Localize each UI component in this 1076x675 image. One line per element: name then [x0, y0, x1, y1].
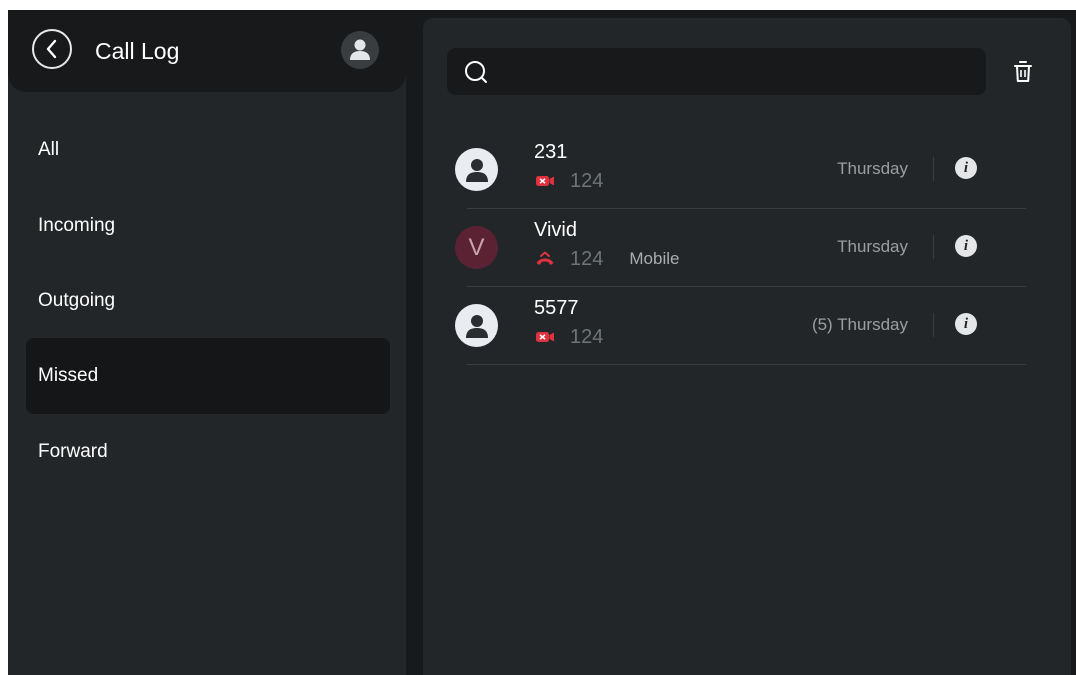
search-bar[interactable]: [447, 48, 986, 97]
person-icon: [350, 39, 370, 60]
sidebar-item-all[interactable]: All: [26, 112, 390, 188]
missed-video-call-icon: [534, 173, 556, 189]
sidebar-item-label: Missed: [38, 365, 99, 386]
call-time: Thursday: [837, 159, 908, 178]
missed-call-icon: [534, 251, 556, 267]
sidebar-item-label: Incoming: [38, 215, 116, 236]
sidebar-item-outgoing[interactable]: Outgoing: [26, 263, 390, 339]
avatar-letter: V: [468, 233, 485, 261]
search-icon: [465, 61, 487, 83]
person-icon: [465, 158, 488, 182]
missed-video-call-icon: [534, 329, 556, 345]
call-log-screen: Call Log All Incoming Outgoing Missed Fo…: [8, 10, 1076, 675]
header-bar: Call Log: [8, 10, 406, 92]
call-row[interactable]: 231 124 Thursday i: [455, 131, 1026, 209]
info-button[interactable]: i: [955, 157, 977, 179]
sidebar-item-label: Outgoing: [38, 290, 116, 311]
trash-icon: [1014, 61, 1032, 82]
avatar: [455, 304, 498, 347]
contact-name: 5577: [534, 297, 579, 319]
info-button[interactable]: i: [955, 313, 977, 335]
search-input[interactable]: [501, 48, 975, 97]
divider: [933, 157, 934, 181]
call-details: 124: [534, 324, 603, 350]
sidebar-item-forward[interactable]: Forward: [26, 414, 390, 490]
delete-button[interactable]: [1010, 58, 1036, 86]
info-icon: i: [963, 159, 969, 176]
call-list-panel: 231 124 Thursday i V Vivid 124 Mobile Th…: [423, 18, 1071, 675]
sidebar-item-incoming[interactable]: Incoming: [26, 188, 390, 264]
info-icon: i: [963, 237, 969, 254]
sidebar-item-label: Forward: [38, 441, 108, 462]
chevron-left-icon: [46, 39, 57, 59]
person-icon: [465, 314, 488, 338]
divider: [933, 313, 934, 337]
avatar: V: [455, 226, 498, 269]
call-number: 124: [570, 169, 604, 192]
phone-type-label: Mobile: [629, 249, 680, 268]
account-button[interactable]: [341, 31, 379, 69]
contact-name: 231: [534, 141, 568, 163]
call-row[interactable]: 5577 124 (5) Thursday i: [455, 287, 1026, 365]
avatar: [455, 148, 498, 191]
call-time: (5) Thursday: [811, 315, 908, 334]
sidebar-item-missed[interactable]: Missed: [26, 338, 390, 414]
call-number: 124: [570, 325, 604, 348]
call-details: 124 Mobile: [534, 246, 679, 272]
page-title: Call Log: [95, 38, 180, 64]
back-button[interactable]: [32, 29, 72, 69]
sidebar-item-label: All: [38, 139, 60, 160]
call-row[interactable]: V Vivid 124 Mobile Thursday i: [455, 209, 1026, 287]
sidebar: Call Log All Incoming Outgoing Missed Fo…: [8, 10, 406, 675]
info-icon: i: [963, 315, 969, 332]
call-details: 124: [534, 168, 603, 194]
call-time: Thursday: [837, 237, 908, 256]
call-number: 124: [570, 247, 604, 270]
info-button[interactable]: i: [955, 235, 977, 257]
contact-name: Vivid: [534, 219, 577, 241]
divider: [933, 235, 934, 259]
